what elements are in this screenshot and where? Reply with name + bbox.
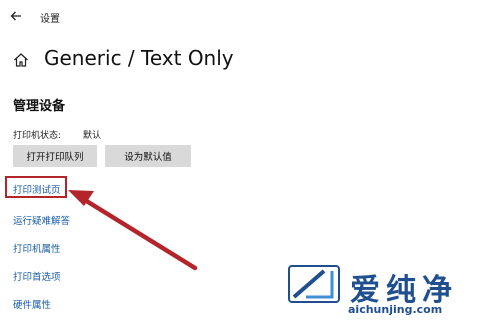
printing-preferences-link[interactable]: 打印首选项 — [13, 269, 61, 283]
printer-properties-link[interactable]: 打印机属性 — [13, 241, 61, 255]
printer-status-label: 打印机状态: — [13, 131, 62, 141]
watermark: 爱纯净 aichunjing.com — [288, 265, 478, 320]
window-title: 设置 — [40, 14, 60, 25]
section-title: 管理设备 — [13, 99, 66, 114]
open-print-queue-button[interactable]: 打开打印队列 — [13, 145, 97, 167]
print-test-page-link[interactable]: 打印测试页 — [13, 182, 61, 196]
page-title: Generic / Text Only — [44, 46, 234, 70]
printer-status-value: 默认 — [83, 131, 102, 141]
watermark-url: aichunjing.com — [348, 303, 443, 316]
printer-status-row: 打印机状态: 默认 — [13, 128, 101, 141]
run-troubleshooter-link[interactable]: 运行疑难解答 — [13, 213, 70, 227]
home-icon — [14, 53, 28, 67]
watermark-logo-icon — [288, 265, 340, 303]
hardware-properties-link[interactable]: 硬件属性 — [13, 297, 51, 311]
back-arrow-icon[interactable] — [9, 9, 23, 23]
set-default-button[interactable]: 设为默认值 — [105, 145, 191, 167]
title-bar: 设置 — [0, 0, 480, 34]
